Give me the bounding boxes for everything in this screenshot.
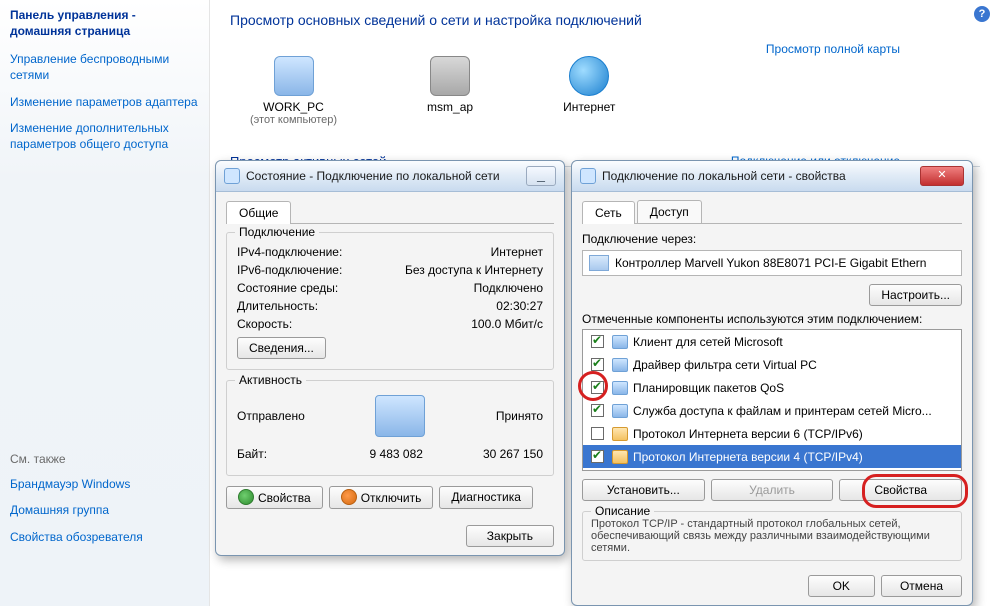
component-checkbox[interactable]	[591, 358, 604, 371]
bytes-label: Байт:	[237, 447, 267, 461]
sidebar-link-adapter-settings[interactable]: Изменение параметров адаптера	[10, 95, 198, 109]
network-icon	[224, 168, 240, 184]
disable-button[interactable]: Отключить	[329, 486, 434, 509]
see-also-homegroup[interactable]: Домашняя группа	[10, 503, 109, 517]
minimize-button[interactable]: _	[526, 166, 556, 186]
close-button[interactable]: Закрыть	[466, 525, 554, 547]
view-full-map-link[interactable]: Просмотр полной карты	[766, 42, 900, 56]
activity-icon	[375, 395, 425, 437]
component-icon	[612, 358, 628, 372]
cancel-button[interactable]: Отмена	[881, 575, 962, 597]
remove-button: Удалить	[711, 479, 834, 501]
install-button[interactable]: Установить...	[582, 479, 705, 501]
details-button[interactable]: Сведения...	[237, 337, 326, 359]
properties-button[interactable]: Свойства	[226, 486, 323, 509]
adapter-icon	[589, 255, 609, 271]
connection-properties-dialog: Подключение по локальной сети - свойства…	[571, 160, 973, 606]
component-checkbox[interactable]	[591, 381, 604, 394]
component-label: Протокол Интернета версии 4 (TCP/IPv4)	[633, 450, 863, 464]
sidebar: Панель управления - домашняя страница Уп…	[0, 0, 210, 606]
components-label: Отмеченные компоненты используются этим …	[582, 312, 962, 326]
configure-button[interactable]: Настроить...	[869, 284, 962, 306]
component-label: Служба доступа к файлам и принтерам сете…	[633, 404, 932, 418]
duration-label: Длительность:	[237, 299, 318, 313]
node-pc-label: WORK_PC	[250, 100, 337, 114]
see-also-browser-props[interactable]: Свойства обозревателя	[10, 530, 143, 544]
network-icon	[580, 168, 596, 184]
received-label: Принято	[496, 409, 543, 423]
status-window-title: Состояние - Подключение по локальной сет…	[246, 169, 520, 183]
components-list[interactable]: Клиент для сетей Microsoft Драйвер фильтр…	[582, 329, 962, 471]
duration-value: 02:30:27	[496, 299, 543, 313]
computer-icon	[274, 56, 314, 96]
media-state-value: Подключено	[474, 281, 543, 295]
component-label: Драйвер фильтра сети Virtual PC	[633, 358, 817, 372]
adapter-field: Контроллер Marvell Yukon 88E8071 PCI-E G…	[582, 250, 962, 276]
component-label: Клиент для сетей Microsoft	[633, 335, 783, 349]
component-icon	[612, 427, 628, 441]
bytes-sent-value: 9 483 082	[370, 447, 423, 461]
ipv4-label: IPv4-подключение:	[237, 245, 342, 259]
page-title: Просмотр основных сведений о сети и наст…	[230, 12, 980, 28]
control-panel-home-link[interactable]: Панель управления - домашняя страница	[10, 8, 199, 39]
ipv4-value: Интернет	[491, 245, 543, 259]
ipv6-label: IPv6-подключение:	[237, 263, 342, 277]
shield-icon	[238, 489, 254, 505]
see-also-firewall[interactable]: Брандмауэр Windows	[10, 477, 130, 491]
ok-button[interactable]: OK	[808, 575, 875, 597]
adapter-name: Контроллер Marvell Yukon 88E8071 PCI-E G…	[615, 256, 926, 270]
diagnose-button[interactable]: Диагностика	[439, 486, 533, 509]
component-icon	[612, 450, 628, 464]
internet-globe-icon	[569, 56, 609, 96]
connect-via-label: Подключение через:	[582, 232, 962, 246]
speed-label: Скорость:	[237, 317, 292, 331]
activity-group-label: Активность	[235, 373, 306, 387]
list-item[interactable]: Планировщик пакетов QoS	[583, 376, 961, 399]
node-pc-sub: (этот компьютер)	[250, 114, 337, 126]
component-icon	[612, 381, 628, 395]
help-icon[interactable]: ?	[974, 6, 990, 22]
ipv6-value: Без доступа к Интернету	[405, 263, 543, 277]
list-item[interactable]: Служба доступа к файлам и принтерам сете…	[583, 399, 961, 422]
speed-value: 100.0 Мбит/с	[471, 317, 543, 331]
connection-status-dialog: Состояние - Подключение по локальной сет…	[215, 160, 565, 556]
sent-label: Отправлено	[237, 409, 305, 423]
component-label: Протокол Интернета версии 6 (TCP/IPv6)	[633, 427, 863, 441]
component-checkbox[interactable]	[591, 450, 604, 463]
component-checkbox[interactable]	[591, 404, 604, 417]
component-checkbox[interactable]	[591, 427, 604, 440]
description-label: Описание	[591, 504, 654, 518]
connection-group-label: Подключение	[235, 225, 319, 239]
list-item[interactable]: Клиент для сетей Microsoft	[583, 330, 961, 353]
access-point-icon	[430, 56, 470, 96]
tab-network[interactable]: Сеть	[582, 201, 635, 224]
item-properties-button[interactable]: Свойства	[839, 479, 962, 501]
list-item[interactable]: Драйвер фильтра сети Virtual PC	[583, 353, 961, 376]
sidebar-link-sharing-settings[interactable]: Изменение дополнительных параметров обще…	[10, 121, 169, 151]
plug-icon	[341, 489, 357, 505]
tab-access[interactable]: Доступ	[637, 200, 702, 223]
component-label: Планировщик пакетов QoS	[633, 381, 784, 395]
node-net-label: Интернет	[563, 100, 615, 114]
component-checkbox[interactable]	[591, 335, 604, 348]
media-state-label: Состояние среды:	[237, 281, 338, 295]
bytes-received-value: 30 267 150	[483, 447, 543, 461]
list-item[interactable]: Протокол Интернета версии 4 (TCP/IPv4)	[583, 445, 961, 468]
tab-general[interactable]: Общие	[226, 201, 291, 224]
properties-window-title: Подключение по локальной сети - свойства	[602, 169, 914, 183]
list-item[interactable]: Драйвер в/в тополога канального уровня	[583, 468, 961, 471]
list-item[interactable]: Протокол Интернета версии 6 (TCP/IPv6)	[583, 422, 961, 445]
node-ap-label: msm_ap	[427, 100, 473, 114]
see-also-heading: См. также	[10, 452, 199, 466]
sidebar-link-wireless[interactable]: Управление беспроводными сетями	[10, 52, 169, 82]
close-icon[interactable]: ✕	[920, 166, 964, 186]
component-icon	[612, 404, 628, 418]
component-icon	[612, 335, 628, 349]
description-text: Протокол TCP/IP - стандартный протокол г…	[591, 518, 930, 554]
